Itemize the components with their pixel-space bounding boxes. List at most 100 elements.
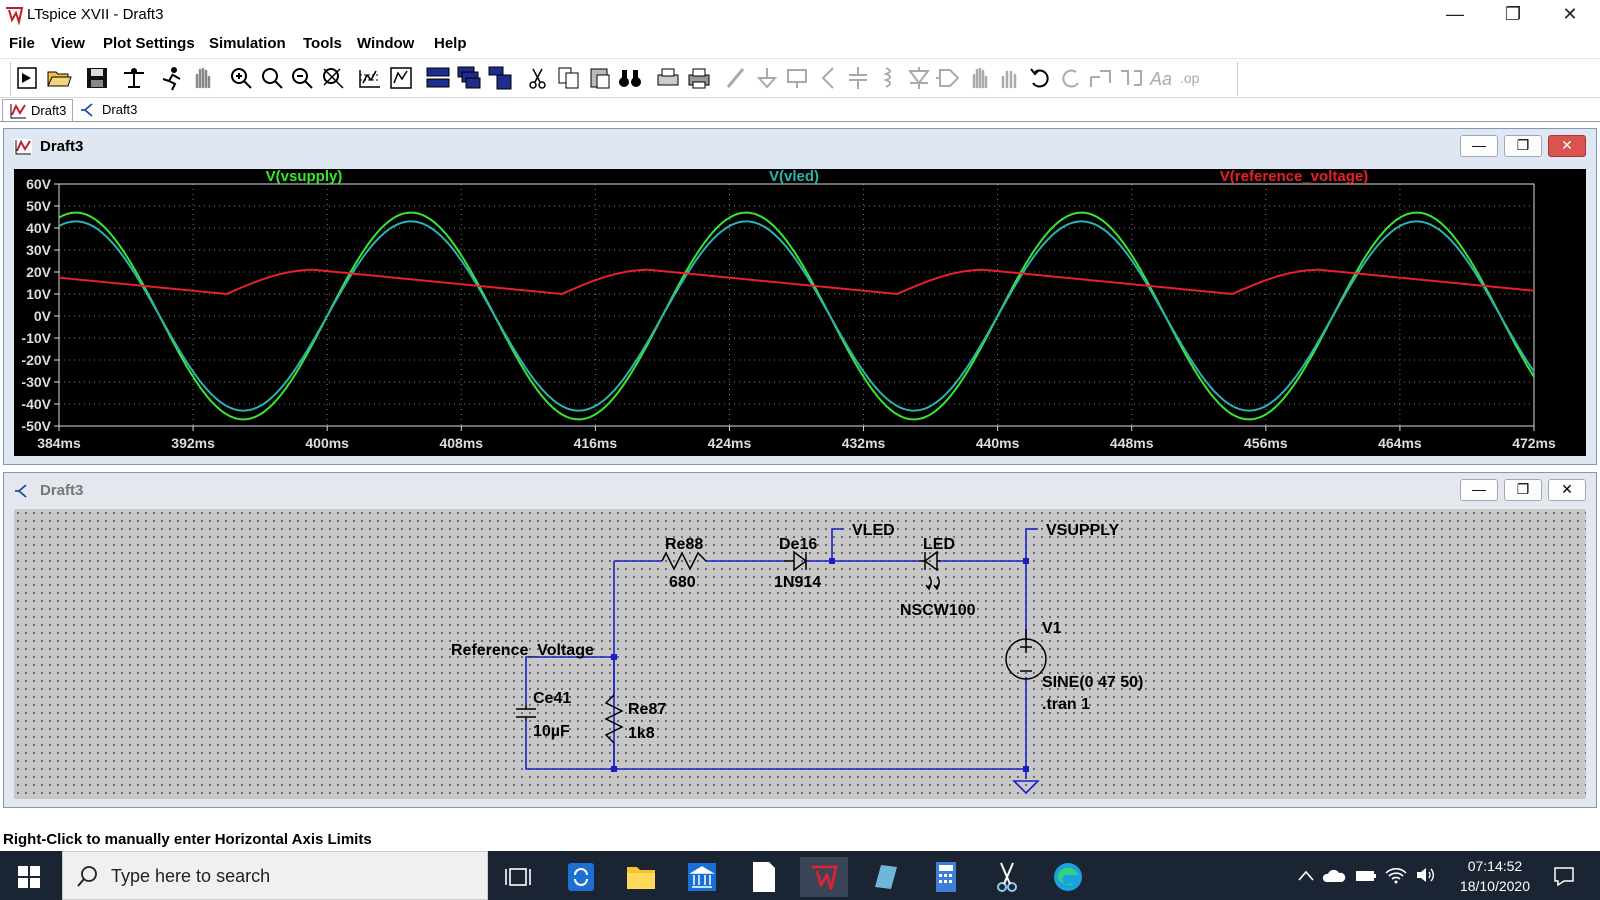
bank-app-icon[interactable]	[678, 857, 726, 897]
battery-icon[interactable]	[1354, 866, 1378, 886]
menu-simulation[interactable]: Simulation	[209, 35, 286, 52]
zoom-fit-icon[interactable]	[320, 65, 346, 91]
x-tick-label: 424ms	[708, 435, 752, 451]
show-hidden-icons-chevron-icon[interactable]	[1296, 866, 1316, 886]
x-tick-label: 392ms	[171, 435, 215, 451]
file-explorer-icon[interactable]	[617, 857, 665, 897]
edge-browser-icon[interactable]	[1044, 857, 1092, 897]
tab-schematic[interactable]: Draft3	[74, 99, 143, 121]
y-tick-label: 50V	[26, 198, 52, 214]
net-label-vsupply: VSUPPLY	[1046, 522, 1120, 539]
resistor-tool-icon[interactable]	[815, 65, 841, 91]
draw-wire-icon[interactable]	[723, 65, 749, 91]
calculator-icon[interactable]	[922, 857, 970, 897]
plot-maximize-button[interactable]: ❐	[1504, 135, 1542, 157]
mirror-icon[interactable]	[1118, 65, 1144, 91]
zoom-out-icon[interactable]	[289, 65, 315, 91]
voltage-source-v1-symbol[interactable]	[1005, 629, 1047, 680]
windows-start-icon[interactable]	[18, 866, 40, 888]
resistor-re88-symbol[interactable]	[661, 551, 707, 571]
move-hand-icon[interactable]	[967, 65, 993, 91]
component-tool-icon[interactable]	[936, 65, 962, 91]
ce41-value: 10µF	[533, 723, 570, 740]
control-panel-icon[interactable]	[121, 65, 147, 91]
zoom-pan-icon[interactable]	[259, 65, 285, 91]
menu-window[interactable]: Window	[357, 35, 414, 52]
waveform-plot[interactable]: 384ms 392ms 400ms 408ms 416ms 424ms 432ms 440ms…	[14, 168, 1588, 458]
plot-minimize-button[interactable]: —	[1460, 135, 1498, 157]
diode-tool-icon[interactable]	[906, 65, 932, 91]
net-label-vled: VLED	[852, 522, 895, 539]
menu-tools[interactable]: Tools	[303, 35, 342, 52]
volume-icon[interactable]	[1414, 865, 1438, 885]
halt-hand-icon[interactable]	[190, 65, 216, 91]
diode-de16-symbol[interactable]	[784, 550, 808, 572]
menu-view[interactable]: View	[51, 35, 85, 52]
taskbar-clock[interactable]: 07:14:52 18/10/2020	[1460, 856, 1530, 896]
menu-file[interactable]: File	[9, 35, 35, 52]
spice-directive-icon[interactable]: .op	[1179, 65, 1205, 91]
ground-icon[interactable]	[754, 65, 780, 91]
waveform-window-title: Draft3	[40, 138, 84, 155]
waveform-chart[interactable]: 384ms 392ms 400ms 408ms 416ms 424ms 432ms 440ms…	[14, 168, 1588, 458]
find-binoculars-icon[interactable]	[617, 65, 643, 91]
undo-icon[interactable]	[1027, 65, 1053, 91]
schematic-close-button[interactable]: ✕	[1548, 479, 1586, 501]
de16-name: De16	[779, 536, 817, 553]
redo-icon[interactable]	[1058, 65, 1084, 91]
ltspice-taskbar-icon[interactable]	[800, 857, 848, 897]
capacitor-tool-icon[interactable]	[845, 65, 871, 91]
wifi-icon[interactable]	[1384, 865, 1408, 885]
inductor-tool-icon[interactable]	[876, 65, 902, 91]
maximize-button[interactable]: ❐	[1484, 0, 1542, 30]
taskbar-search-box[interactable]: Type here to search	[62, 851, 488, 900]
task-view-icon[interactable]	[494, 857, 542, 897]
y-tick-label: 60V	[26, 176, 52, 192]
manual-limits-icon[interactable]	[388, 65, 414, 91]
snipping-tool-icon[interactable]	[983, 857, 1031, 897]
minimize-button[interactable]: —	[1426, 0, 1484, 30]
tile-horizontal-icon[interactable]	[425, 65, 451, 91]
menu-plot-settings[interactable]: Plot Settings	[103, 35, 195, 52]
print-icon[interactable]	[686, 65, 712, 91]
menu-help[interactable]: Help	[434, 35, 467, 52]
plot-close-button[interactable]: ✕	[1548, 135, 1586, 157]
close-button[interactable]: ✕	[1541, 0, 1599, 30]
text-tool-icon[interactable]: Aa	[1148, 65, 1174, 91]
schematic-maximize-button[interactable]: ❐	[1504, 479, 1542, 501]
notifications-icon[interactable]	[1552, 864, 1576, 888]
cut-icon[interactable]	[525, 65, 551, 91]
save-icon[interactable]	[84, 65, 110, 91]
rotate-icon[interactable]	[1088, 65, 1114, 91]
status-bar: Right-Click to manually enter Horizontal…	[0, 827, 1600, 851]
tab-plot[interactable]: Draft3	[2, 99, 74, 121]
x-tick-label: 384ms	[37, 435, 81, 451]
label-net-icon[interactable]	[784, 65, 810, 91]
run-simulation-icon[interactable]	[159, 65, 185, 91]
schematic-drawing[interactable]: Re88 680 De16 1N914 VLED LED NSCW100 VSU…	[14, 509, 1588, 801]
paste-icon[interactable]	[587, 65, 613, 91]
onedrive-cloud-icon[interactable]	[1322, 866, 1346, 886]
open-folder-icon[interactable]	[46, 65, 72, 91]
tile-vertical-icon[interactable]	[487, 65, 513, 91]
notes-app-icon[interactable]	[861, 857, 909, 897]
tran-directive: .tran 1	[1042, 696, 1090, 713]
re88-value: 680	[669, 574, 696, 591]
schematic-minimize-button[interactable]: —	[1460, 479, 1498, 501]
autorange-icon[interactable]	[357, 65, 383, 91]
copy-icon[interactable]	[556, 65, 582, 91]
cascade-icon[interactable]	[456, 65, 482, 91]
sync-app-icon[interactable]	[556, 857, 604, 897]
led-symbol[interactable]	[919, 550, 941, 591]
document-app-icon[interactable]	[739, 857, 787, 897]
search-icon	[77, 866, 97, 887]
title-bar: LTspice XVII - Draft3 — ❐ ✕	[0, 0, 1600, 30]
re87-name: Re87	[628, 701, 666, 718]
schematic-canvas[interactable]: Re88 680 De16 1N914 VLED LED NSCW100 VSU…	[14, 509, 1586, 799]
new-schematic-icon[interactable]	[15, 65, 41, 91]
capacitor-ce41-symbol[interactable]	[516, 705, 536, 721]
led-value: NSCW100	[900, 602, 976, 619]
zoom-in-icon[interactable]	[228, 65, 254, 91]
drag-hand-icon[interactable]	[997, 65, 1023, 91]
print-preview-icon[interactable]	[655, 65, 681, 91]
